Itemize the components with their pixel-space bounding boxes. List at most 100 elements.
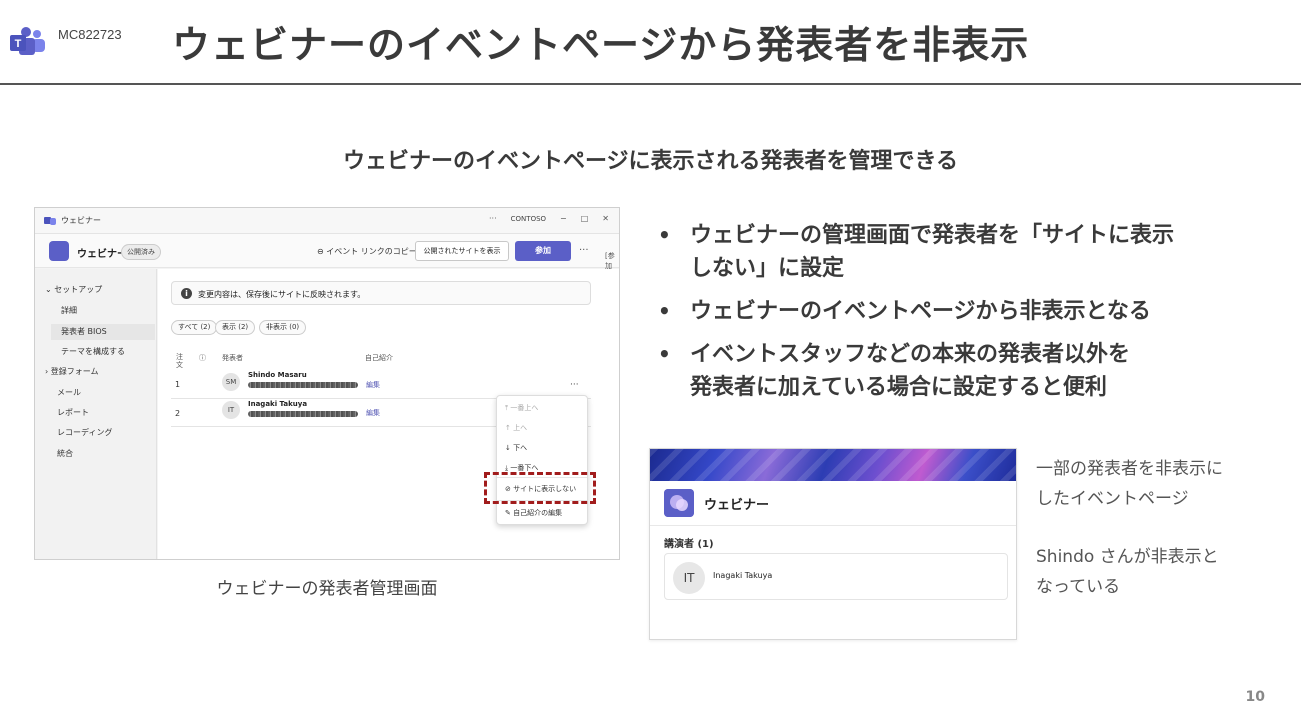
row-order: 2 xyxy=(175,409,181,418)
window-more-icon[interactable]: ··· xyxy=(489,214,497,223)
settings-sidebar: ⌄ セットアップ 詳細 発表者 BIOS テーマを構成する › 登録フォーム メ… xyxy=(35,269,157,559)
edge-fragment: [参加 xyxy=(605,252,615,270)
window-title: ウェビナー xyxy=(61,216,101,225)
menu-label: 上へ xyxy=(513,424,528,432)
info-icon: i xyxy=(181,288,192,299)
filter-all[interactable]: すべて (2) xyxy=(171,320,218,335)
slide-subtitle: ウェビナーのイベントページに表示される発表者を管理できる xyxy=(342,149,959,174)
row-order: 1 xyxy=(175,380,181,389)
col-speaker: 発表者 xyxy=(222,354,243,362)
note-line: なっている xyxy=(1036,577,1121,597)
sidebar-item-integration[interactable]: 統合 xyxy=(57,448,73,459)
menu-edit-bio[interactable]: ✎ 自己紹介の編集 xyxy=(505,508,562,518)
window-titlebar: ウェビナー ··· CONTOSO − □ ✕ xyxy=(35,208,619,234)
bullet-item: • イベントスタッフなどの本来の発表者以外を 発表者に加えている場合に設定すると便利 xyxy=(656,338,1256,404)
bullet-line: ウェビナーの管理画面で発表者を「サイトに表示 xyxy=(690,223,1175,248)
webinar-logo-icon xyxy=(664,489,694,517)
speaker-name: Inagaki Takuya xyxy=(248,400,308,408)
chevron-down-icon: ⌄ xyxy=(45,285,52,294)
copy-event-link-button[interactable]: ⊖ イベント リンクのコピー xyxy=(317,246,417,257)
speakers-panel: i 変更内容は、保存後にサイトに反映されます。 すべて (2) 表示 (2) 非… xyxy=(158,269,619,559)
edit-bio-link[interactable]: 編集 xyxy=(366,408,380,418)
highlight-annotation xyxy=(484,472,596,504)
sidebar-item-theme[interactable]: テーマを構成する xyxy=(61,346,125,357)
filter-visible[interactable]: 表示 (2) xyxy=(215,320,256,335)
title-divider xyxy=(0,83,1301,85)
webinar-admin-screenshot: ウェビナー ··· CONTOSO − □ ✕ ウェビナー 公開済み ⊖ イベン… xyxy=(34,207,620,560)
webinar-name: ウェビナー xyxy=(77,249,127,260)
webinar-logo-icon xyxy=(49,241,69,261)
col-bio: 自己紹介 xyxy=(365,354,393,362)
event-banner xyxy=(650,449,1016,481)
arrow-top-icon: ⤒ xyxy=(505,404,509,412)
view-public-site-button[interactable]: 公開されたサイトを表示 xyxy=(415,241,509,261)
notice-text: 変更内容は、保存後にサイトに反映されます。 xyxy=(198,290,366,299)
sidebar-item-label: 登録フォーム xyxy=(50,367,99,376)
menu-move-down[interactable]: ↓ 下へ xyxy=(505,443,527,453)
speakers-section-title: 講演者 (1) xyxy=(664,539,714,550)
row-more-icon[interactable]: ··· xyxy=(570,380,579,390)
info-col-icon: ⓘ xyxy=(199,354,206,362)
page-number: 10 xyxy=(1245,689,1265,705)
copy-event-link-label: イベント リンクのコピー xyxy=(326,247,417,256)
sidebar-item-setup[interactable]: ⌄ セットアップ xyxy=(45,284,102,295)
bullet-line: ウェビナーのイベントページから非表示となる xyxy=(690,299,1151,324)
bullet-dot: • xyxy=(658,299,671,323)
sidebar-item-speakers[interactable]: 発表者 BIOS xyxy=(51,324,155,340)
message-center-id: MC822723 xyxy=(58,27,122,42)
event-title: ウェビナー xyxy=(704,498,770,513)
event-page-screenshot: ウェビナー 講演者 (1) IT Inagaki Takuya xyxy=(649,448,1017,640)
close-button[interactable]: ✕ xyxy=(602,214,609,223)
col-order: 注文 xyxy=(176,353,183,369)
filter-hidden[interactable]: 非表示 (0) xyxy=(259,320,307,335)
sidebar-item-mail[interactable]: メール xyxy=(57,387,81,398)
avatar: IT xyxy=(222,401,240,419)
menu-move-up[interactable]: ↑ 上へ xyxy=(505,423,527,433)
event-page-note: 一部の発表者を非表示に したイベントページ xyxy=(1036,454,1223,514)
pencil-icon: ✎ xyxy=(505,509,511,517)
chevron-right-icon: › xyxy=(45,367,49,376)
sidebar-item-registration[interactable]: › 登録フォーム xyxy=(45,366,99,377)
sidebar-item-details[interactable]: 詳細 xyxy=(61,305,77,316)
sidebar-item-report[interactable]: レポート xyxy=(57,407,89,418)
arrow-down-icon: ↓ xyxy=(505,444,511,452)
slide-title: ウェビナーのイベントページから発表者を非表示 xyxy=(172,23,1030,67)
edit-bio-link[interactable]: 編集 xyxy=(366,380,380,390)
teams-logo-icon: T xyxy=(10,27,45,55)
join-button[interactable]: 参加 xyxy=(515,241,571,261)
menu-label: 一番下へ xyxy=(510,464,539,472)
info-notice: i 変更内容は、保存後にサイトに反映されます。 xyxy=(171,281,591,305)
note-line: したイベントページ xyxy=(1036,489,1189,509)
redacted-bio xyxy=(248,382,358,388)
note-line: 一部の発表者を非表示に xyxy=(1036,459,1223,479)
bullet-item: • ウェビナーのイベントページから非表示となる xyxy=(656,295,1256,328)
bullet-line: イベントスタッフなどの本来の発表者以外を xyxy=(690,342,1131,367)
more-options-icon[interactable]: ··· xyxy=(579,245,589,256)
maximize-button[interactable]: □ xyxy=(581,214,589,223)
redacted-bio xyxy=(248,411,358,417)
app-header: ウェビナー 公開済み ⊖ イベント リンクのコピー 公開されたサイトを表示 参加… xyxy=(35,234,619,268)
arrow-up-icon: ↑ xyxy=(505,424,511,432)
menu-label: 自己紹介の編集 xyxy=(513,509,563,517)
avatar: IT xyxy=(673,562,705,594)
note-line: Shindo さんが非表示と xyxy=(1036,547,1219,567)
screenshot-caption: ウェビナーの発表者管理画面 xyxy=(216,579,438,599)
menu-move-top[interactable]: ⤒ 一番上へ xyxy=(505,403,538,413)
card-divider xyxy=(650,525,1016,526)
bullet-line: 発表者に加えている場合に設定すると便利 xyxy=(690,375,1107,400)
sidebar-item-recording[interactable]: レコーディング xyxy=(57,427,112,438)
bullet-dot: • xyxy=(658,342,671,366)
org-name: CONTOSO xyxy=(510,214,547,223)
menu-label: 一番上へ xyxy=(510,404,539,412)
speaker-card[interactable]: IT Inagaki Takuya xyxy=(664,553,1008,600)
bullet-list: • ウェビナーの管理画面で発表者を「サイトに表示 しない」に設定 • ウェビナーのイベ… xyxy=(656,219,1256,414)
sidebar-item-label: セットアップ xyxy=(54,285,103,294)
minimize-button[interactable]: − xyxy=(560,214,567,223)
speaker-name: Inagaki Takuya xyxy=(713,571,773,580)
bullet-item: • ウェビナーの管理画面で発表者を「サイトに表示 しない」に設定 xyxy=(656,219,1256,285)
hidden-speaker-note: Shindo さんが非表示と なっている xyxy=(1036,542,1219,602)
published-badge: 公開済み xyxy=(121,244,161,260)
teams-app-icon xyxy=(44,217,56,225)
avatar: SM xyxy=(222,373,240,391)
speaker-context-menu: ⤒ 一番上へ ↑ 上へ ↓ 下へ ⤓ 一番下へ ⊘ サイトに表示しない ✎ 自己… xyxy=(496,395,588,525)
